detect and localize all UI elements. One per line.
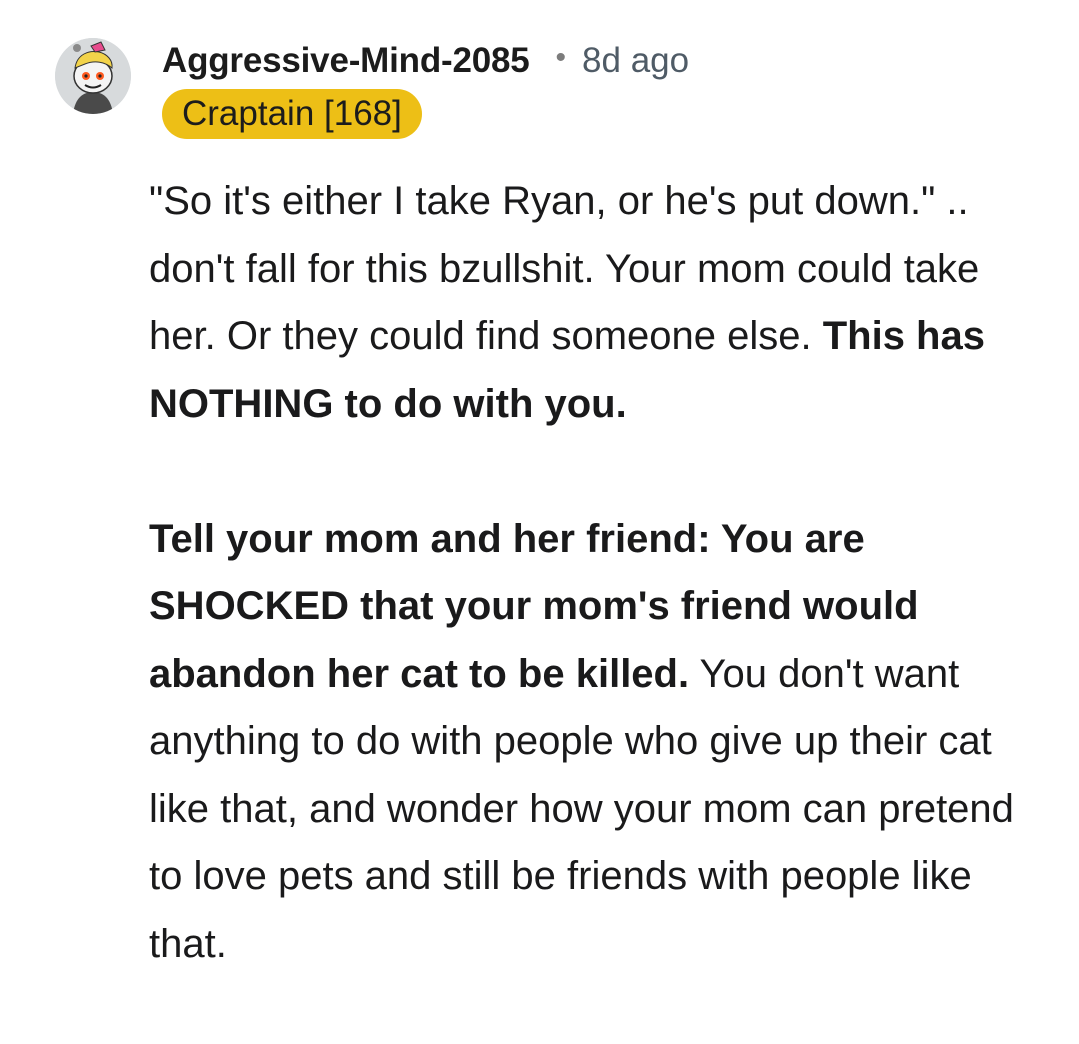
comment-header: Aggressive-Mind-2085 • 8d ago	[162, 36, 689, 86]
user-flair-badge[interactable]: Craptain [168]	[162, 89, 422, 139]
paragraph-2-text: You don't want anything to do with peopl…	[149, 651, 1014, 966]
user-avatar[interactable]	[55, 38, 131, 114]
separator-dot: •	[555, 41, 567, 74]
comment: Aggressive-Mind-2085 • 8d ago Craptain […	[0, 0, 1079, 1044]
comment-body: "So it's either I take Ryan, or he's put…	[149, 168, 1019, 978]
snoo-avatar-icon	[55, 38, 131, 114]
author-username[interactable]: Aggressive-Mind-2085	[162, 41, 530, 81]
comment-paragraph-2: Tell your mom and her friend: You are SH…	[149, 506, 1019, 979]
comment-timestamp: 8d ago	[582, 41, 690, 80]
comment-paragraph-1: "So it's either I take Ryan, or he's put…	[149, 168, 1019, 438]
